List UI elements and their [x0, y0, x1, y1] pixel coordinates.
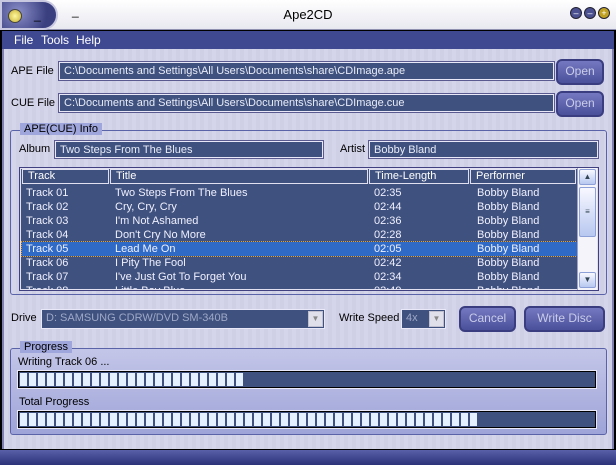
table-cell: Track 05	[26, 243, 69, 255]
table-cell: Track 01	[26, 187, 69, 199]
column-header-time[interactable]: Time-Length	[369, 169, 469, 184]
table-cell: 02:34	[374, 271, 402, 283]
minimize-button[interactable]: –	[570, 7, 582, 19]
table-cell: Bobby Bland	[477, 201, 540, 213]
table-cell: Bobby Bland	[477, 271, 540, 283]
table-cell: Track 06	[26, 257, 69, 269]
cue-file-label: CUE File	[11, 97, 56, 109]
track-list-scrollbar[interactable]: ▲ ≡ ▼	[577, 168, 597, 290]
menu-bar: File Tools Help	[2, 31, 614, 49]
table-cell: Track 08	[26, 284, 68, 289]
table-cell: I'm Not Ashamed	[115, 215, 199, 227]
table-cell: Track 03	[26, 215, 69, 227]
chevron-down-icon[interactable]: ▼	[429, 311, 444, 327]
menu-tools[interactable]: Tools	[41, 33, 69, 47]
write-disc-button[interactable]: Write Disc	[524, 306, 605, 332]
chevron-down-icon[interactable]: ▼	[308, 311, 323, 327]
table-cell: Track 02	[26, 201, 69, 213]
table-cell: I've Just Got To Forget You	[115, 271, 247, 283]
scroll-down-arrow-icon[interactable]: ▼	[579, 272, 596, 288]
ape-file-label: APE File	[11, 65, 54, 77]
title-bar[interactable]: _ _ Ape2CD – – +	[0, 0, 616, 30]
ape-open-button[interactable]: Open	[556, 59, 604, 85]
total-progress-bar	[17, 410, 597, 429]
menu-file[interactable]: File	[14, 33, 33, 47]
window-bottom-frame	[0, 450, 616, 465]
cancel-button[interactable]: Cancel	[459, 306, 516, 332]
scroll-up-arrow-icon[interactable]: ▲	[579, 169, 596, 185]
progress-status: Writing Track 06 ...	[18, 356, 110, 368]
column-header-track[interactable]: Track	[22, 169, 109, 184]
table-cell: Bobby Bland	[477, 187, 540, 199]
menu-help[interactable]: Help	[76, 33, 101, 47]
table-cell: Two Steps From The Blues	[115, 187, 248, 199]
table-cell: Bobby Bland	[477, 243, 540, 255]
table-row[interactable]: Track 06 I Pity The Fool 02:42 Bobby Bland	[22, 256, 577, 270]
table-cell: Bobby Bland	[477, 215, 540, 227]
table-cell: Track 07	[26, 271, 69, 283]
table-cell: Bobby Bland	[477, 257, 540, 269]
table-row[interactable]: Track 02 Cry, Cry, Cry 02:44 Bobby Bland	[22, 200, 577, 214]
cue-open-button[interactable]: Open	[556, 91, 604, 117]
info-group-title: APE(CUE) Info	[20, 123, 102, 135]
table-row[interactable]: Track 03 I'm Not Ashamed 02:36 Bobby Bland	[22, 214, 577, 228]
table-cell: Little Boy Blue	[115, 284, 185, 289]
track-progress-fill	[20, 373, 244, 386]
table-row[interactable]: Track 04 Don't Cry No More 02:28 Bobby Blan…	[22, 228, 577, 242]
table-row[interactable]: Track 07 I've Just Got To Forget You 02:34…	[22, 270, 577, 284]
table-cell: 02:35	[374, 187, 402, 199]
table-cell: 02:05	[374, 243, 402, 255]
table-cell: Lead Me On	[115, 243, 176, 255]
table-cell: Bobby Bland	[477, 229, 540, 241]
drive-label: Drive	[11, 312, 37, 324]
table-cell: Don't Cry No More	[115, 229, 206, 241]
maximize-button[interactable]: +	[598, 7, 610, 19]
write-speed-select[interactable]: 4x ▼	[401, 309, 446, 329]
track-list[interactable]: Track Title Time-Length Performer Track …	[19, 167, 599, 291]
table-cell: 02:42	[374, 257, 402, 269]
album-input[interactable]: Two Steps From The Blues	[54, 140, 324, 159]
table-cell: Bobby Bland	[477, 284, 539, 289]
restore-button[interactable]: –	[584, 7, 596, 19]
table-cell: Track 04	[26, 229, 69, 241]
track-progress-bar	[17, 370, 597, 389]
progress-group-title: Progress	[20, 341, 73, 353]
window-title: Ape2CD	[283, 7, 333, 22]
column-header-title[interactable]: Title	[110, 169, 368, 184]
table-cell: 02:36	[374, 215, 402, 227]
write-speed-label: Write Speed	[339, 312, 400, 324]
write-speed-value: 4x	[406, 312, 418, 324]
drive-value: D: SAMSUNG CDRW/DVD SM-340B	[46, 312, 228, 324]
table-row[interactable]: Track 05 Lead Me On 02:05 Bobby Bland	[21, 241, 578, 257]
total-progress-fill	[20, 413, 480, 426]
table-cell: I Pity The Fool	[115, 257, 186, 269]
table-cell: 02:28	[374, 229, 402, 241]
ape-file-input[interactable]: C:\Documents and Settings\All Users\Docu…	[58, 61, 555, 81]
artist-input[interactable]: Bobby Bland	[368, 140, 599, 159]
cue-file-input[interactable]: C:\Documents and Settings\All Users\Docu…	[58, 93, 555, 113]
scroll-thumb[interactable]: ≡	[579, 187, 596, 237]
drive-select[interactable]: D: SAMSUNG CDRW/DVD SM-340B ▼	[41, 309, 325, 329]
column-header-performer[interactable]: Performer	[470, 169, 576, 184]
total-progress-label: Total Progress	[19, 396, 90, 408]
artist-label: Artist	[340, 143, 366, 155]
table-cell: 02:44	[374, 201, 402, 213]
table-cell: 02:49	[374, 284, 402, 289]
table-row[interactable]: Track 08 Little Boy Blue 02:49 Bobby Bland	[22, 284, 577, 289]
table-row[interactable]: Track 01 Two Steps From The Blues 02:35 Bob…	[22, 186, 577, 200]
album-label: Album	[19, 143, 51, 155]
table-cell: Cry, Cry, Cry	[115, 201, 177, 213]
